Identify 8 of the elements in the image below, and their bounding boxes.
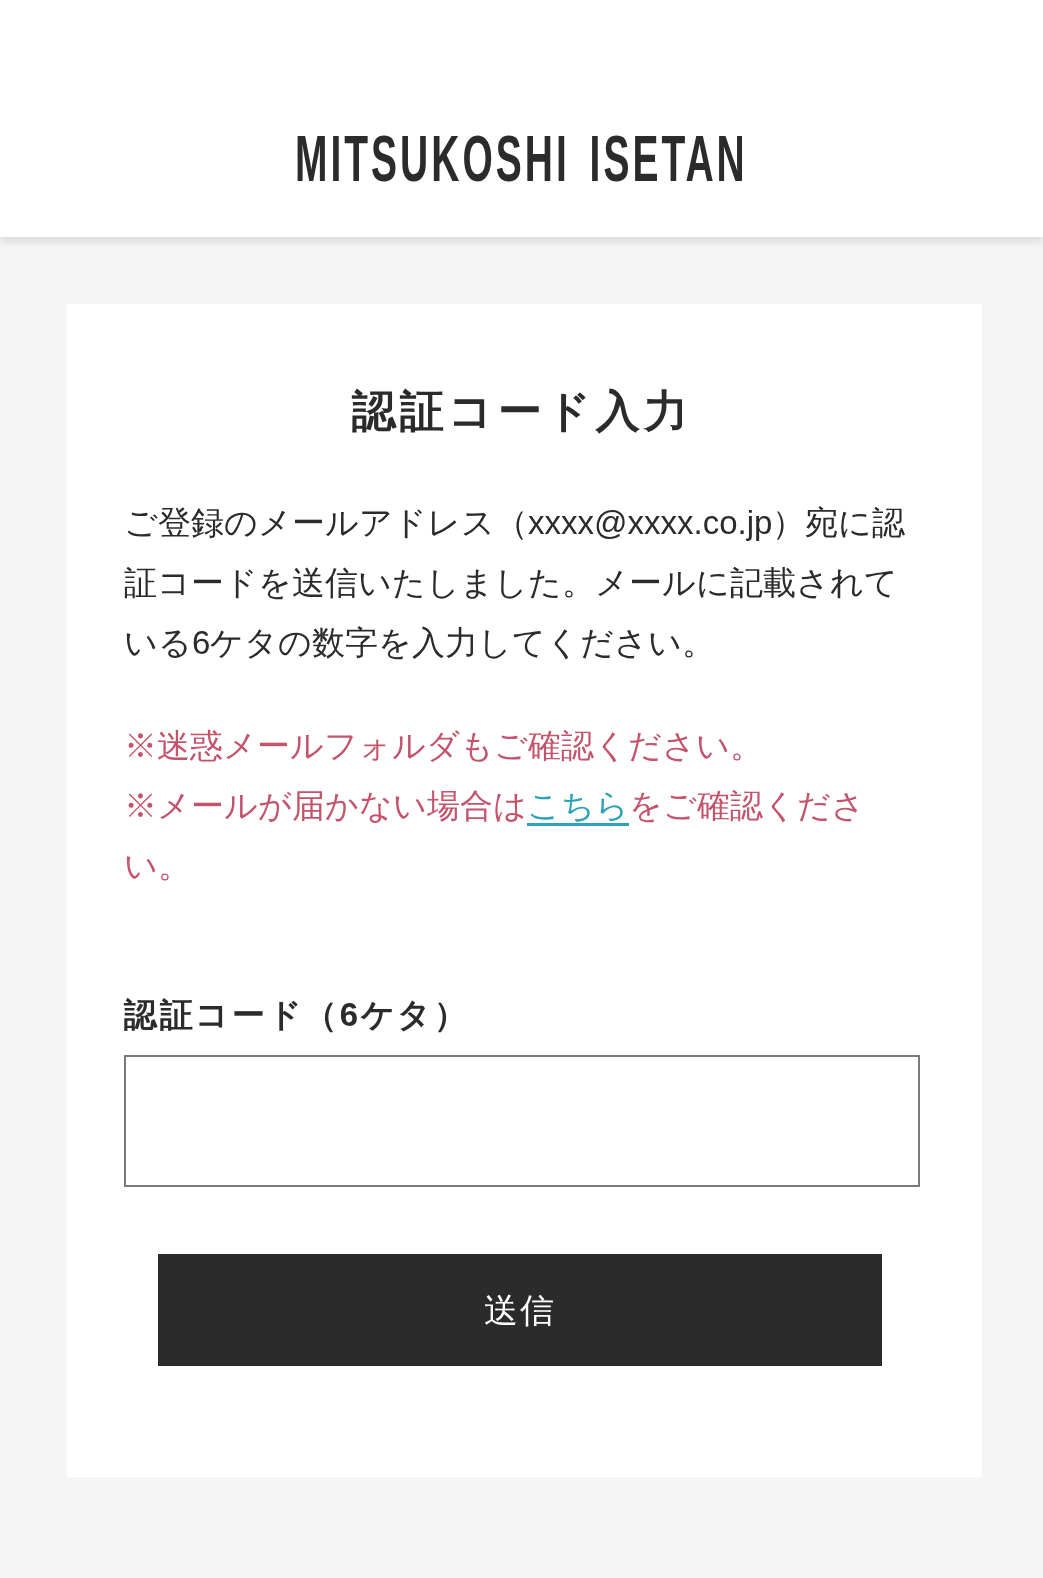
note-text: ※迷惑メールフォルダもご確認ください。: [124, 726, 764, 766]
brand-logo[interactable]: MITSUKOSHI ISETAN: [295, 128, 748, 189]
instruction-text: ご登録のメールアドレス（xxxx@xxxx.co.jp）宛に認証コードを送信いたしました。メールに記載されている6ケタの数字を入力してください。: [124, 503, 906, 663]
note-text: ※メールが届かない場合は こちら をご確認ください。: [124, 786, 866, 886]
submit-button[interactable]: 送信: [158, 1254, 882, 1366]
field-label: 認証コード（6ケタ）: [124, 995, 471, 1035]
code-input-field[interactable]: [124, 1055, 920, 1187]
page-title: 認証コード入力: [350, 385, 694, 437]
